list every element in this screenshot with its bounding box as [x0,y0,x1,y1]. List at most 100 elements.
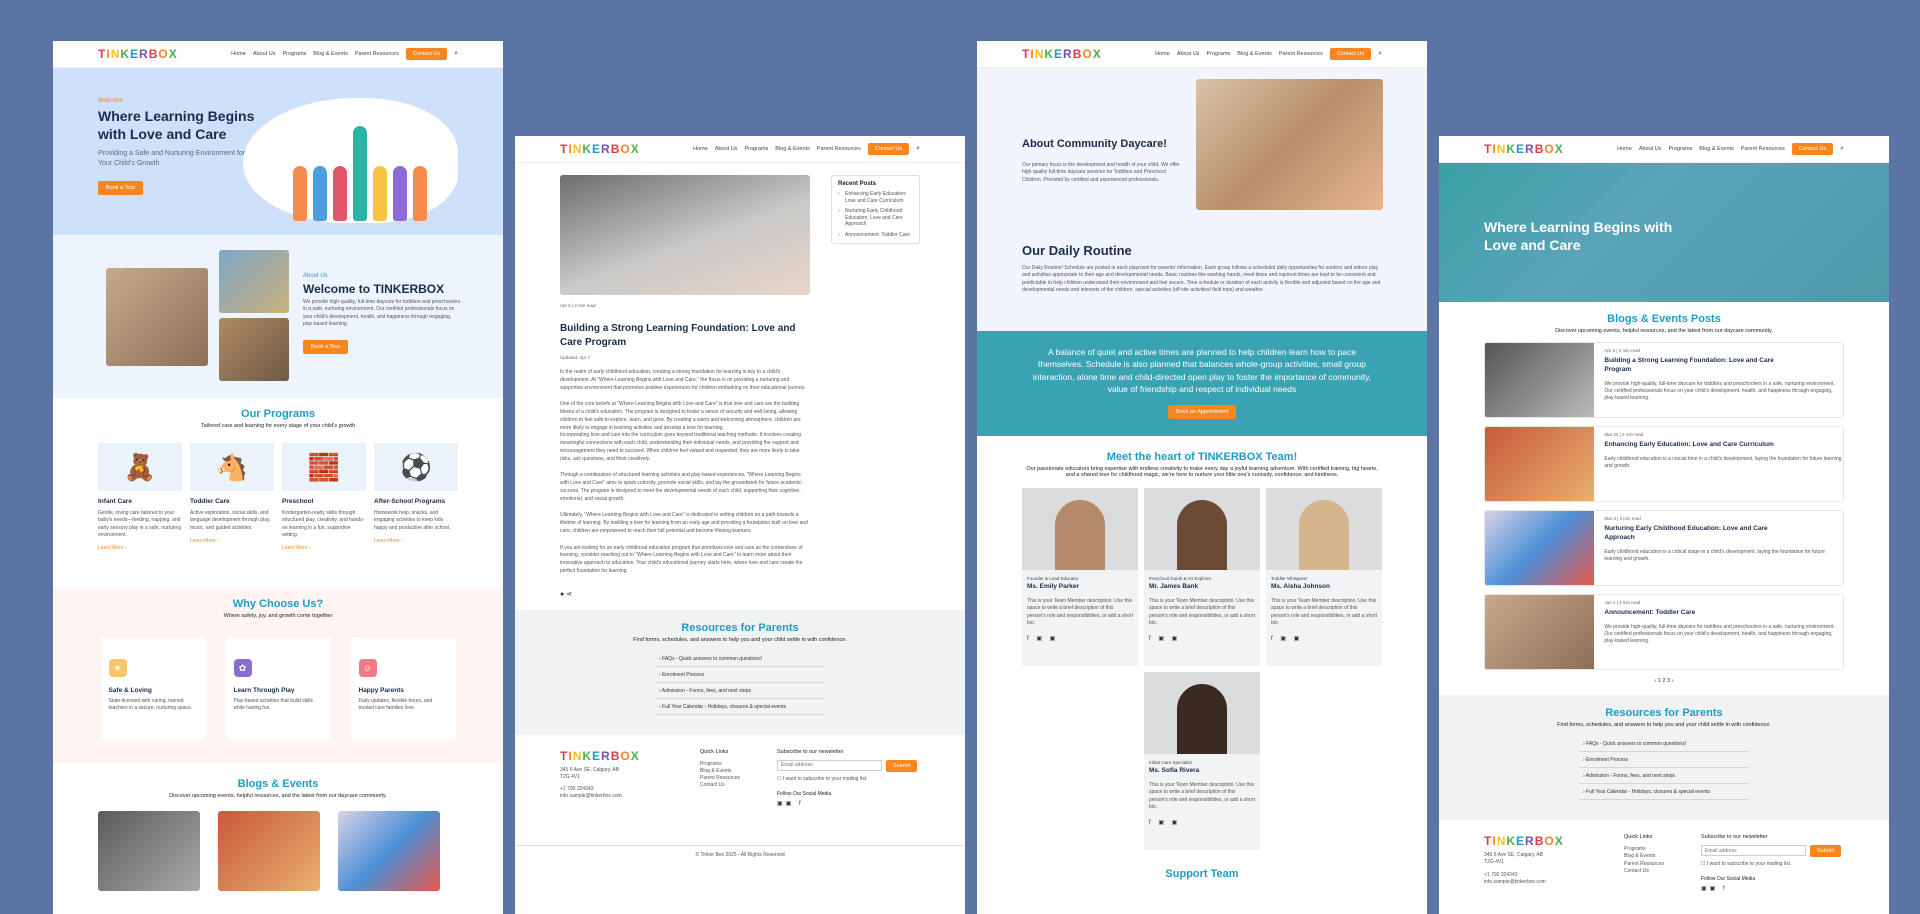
contact-button[interactable]: Contact Us [1329,48,1372,60]
nav-programs[interactable]: Programs [282,51,306,57]
search-icon[interactable]: ⌕ [1378,50,1382,58]
logo[interactable]: TINKERBOX [98,47,178,61]
member-name: Mr. James Bank [1149,583,1199,590]
member-name: Ms. Sofia Rivera [1149,767,1200,774]
resource-item[interactable]: › Admission - Forms, fees, and next step… [655,683,825,699]
nav-programs[interactable]: Programs [744,146,768,152]
search-icon[interactable]: ⌕ [916,145,920,153]
logo[interactable]: TINKERBOX [1484,142,1564,156]
contact-button[interactable]: Contact Us [867,143,910,155]
resource-item[interactable]: › FAQs - Quick answers to common questio… [1579,736,1749,752]
nav-home[interactable]: Home [1617,146,1632,152]
program-card[interactable]: ⚽ After-School Programs Homework help, sna… [374,443,458,551]
blog-thumbnail[interactable] [98,811,200,891]
learn-more-link[interactable]: Learn More › [190,538,274,544]
nav-resources[interactable]: Parent Resources [817,146,861,152]
homepage-mockup: TINKERBOX Home About Us Programs Blog & … [53,41,503,914]
quick-link[interactable]: Blog & Events [1624,853,1664,860]
logo[interactable]: TINKERBOX [560,142,640,156]
resource-item[interactable]: › FAQs - Quick answers to common questio… [655,651,825,667]
newsletter-submit-button[interactable]: Submit [1810,845,1842,857]
nav-home[interactable]: Home [231,51,246,57]
blog-post-card[interactable]: Jan 4 | 3 min read Announcement: Toddler … [1484,594,1844,670]
social-icons[interactable]: f ▣ ▣ [1027,635,1133,642]
search-icon[interactable]: ⌕ [454,50,458,58]
program-card[interactable]: 🧸 Infant Care Gentle, loving care tailored… [98,443,182,551]
social-icons[interactable]: ▣▣ f [1701,885,1846,892]
nav-blog[interactable]: Blog & Events [1237,51,1272,57]
nav-home[interactable]: Home [1155,51,1170,57]
article-hero-image [560,175,810,295]
resource-item[interactable]: › Enrolment Process [655,667,825,683]
resource-item[interactable]: › Full Year Calendar - Holidays, closure… [1579,784,1749,800]
nav-resources[interactable]: Parent Resources [1279,51,1323,57]
nav-programs[interactable]: Programs [1206,51,1230,57]
nav-resources[interactable]: Parent Resources [1741,146,1785,152]
learn-more-link[interactable]: Learn More › [374,538,458,544]
nav-about[interactable]: About Us [1639,146,1662,152]
resources-title: Resources for Parents [681,621,799,634]
newsletter-email-input[interactable] [1701,845,1806,856]
quick-link[interactable]: Blog & Events [700,768,740,775]
quick-link[interactable]: Programs [700,761,740,768]
book-tour-button[interactable]: Book a Tour [98,180,144,195]
blog-post-card[interactable]: Mar 3 | 3 min read Nurturing Early Childh… [1484,510,1844,586]
program-card[interactable]: 🐴 Toddler Care Active exploration, social … [190,443,274,551]
quick-link[interactable]: Programs [1624,846,1664,853]
blog-thumbnail[interactable] [218,811,320,891]
social-icons[interactable]: f ▣ ▣ [1149,819,1255,826]
nav-menu: Home About Us Programs Blog & Events Par… [231,48,458,60]
share-icon[interactable]: ⋖ [566,591,572,598]
newsletter-submit-button[interactable]: Submit [886,759,918,772]
resource-item[interactable]: › Full Year Calendar - Holidays, closure… [655,699,825,715]
post-title[interactable]: Announcement: Toddler Care [1604,609,1774,618]
nav-about[interactable]: About Us [253,51,276,57]
newsletter-consent[interactable]: ☐ I want to subscribe to your mailing li… [777,776,922,783]
nav-programs[interactable]: Programs [1668,146,1692,152]
post-title[interactable]: Nurturing Early Childhood Education: Lov… [1604,525,1774,543]
nav-about[interactable]: About Us [715,146,738,152]
quick-link[interactable]: Contact Us [700,782,740,789]
footer-address: 345 6 Ave SE, Calgary, AB T2G 4V1 [560,766,620,780]
post-thumbnail [1485,427,1595,501]
member-role: Toddler Whisperer [1271,576,1308,581]
facebook-icon[interactable]: ● [560,591,564,598]
daily-routine-title: Our Daily Routine [1022,243,1132,258]
resource-item[interactable]: › Admission - Forms, fees, and next step… [1579,768,1749,784]
recent-post-link[interactable]: Nurturing Early Childhood Education: Lov… [838,208,913,228]
logo[interactable]: TINKERBOX [1022,47,1102,61]
about-book-tour-button[interactable]: Book a Tour [303,340,349,354]
social-icons[interactable]: f ▣ ▣ [1271,635,1377,642]
recent-post-link[interactable]: Enhancing Early Education: Love and Care… [838,191,913,204]
contact-button[interactable]: Contact Us [1791,143,1834,155]
about-text: We provide high-quality, full-time dayca… [303,299,461,327]
post-title[interactable]: Enhancing Early Education: Love and Care… [1604,441,1774,450]
quick-link[interactable]: Parent Resources [700,775,740,782]
recent-post-link[interactable]: Announcement: Toddler Care [838,232,913,239]
newsletter-consent[interactable]: ☐ I want to subscribe to your mailing li… [1701,861,1846,868]
quick-link[interactable]: Parent Resources [1624,861,1664,868]
social-icons[interactable]: ▣▣ f [777,800,922,807]
blog-thumbnail[interactable] [338,811,440,891]
quick-link[interactable]: Contact Us [1624,868,1664,875]
newsletter-email-input[interactable] [777,759,882,771]
social-icons[interactable]: f ▣ ▣ [1149,635,1255,642]
nav-home[interactable]: Home [693,146,708,152]
pagination[interactable]: ‹ 1 2 3 › [1484,678,1844,684]
nav-blog[interactable]: Blog & Events [313,51,348,57]
search-icon[interactable]: ⌕ [1840,145,1844,153]
nav-blog[interactable]: Blog & Events [775,146,810,152]
program-name: Preschool [282,498,314,505]
learn-more-link[interactable]: Learn More › [98,545,182,551]
blog-post-card[interactable]: Apr 6 | 2 min read Building a Strong Lear… [1484,342,1844,418]
nav-resources[interactable]: Parent Resources [355,51,399,57]
program-card[interactable]: 🧱 Preschool Kindergarten-ready skills thro… [282,443,366,551]
nav-about[interactable]: About Us [1177,51,1200,57]
nav-blog[interactable]: Blog & Events [1699,146,1734,152]
learn-more-link[interactable]: Learn More › [282,545,366,551]
contact-button[interactable]: Contact Us [405,48,448,60]
book-appointment-button[interactable]: Book an Appointment [1167,405,1237,420]
post-title[interactable]: Building a Strong Learning Foundation: L… [1604,357,1774,375]
resource-item[interactable]: › Enrolment Process [1579,752,1749,768]
blog-post-card[interactable]: Mar 22 | 2 min read Enhancing Early Educa… [1484,426,1844,502]
